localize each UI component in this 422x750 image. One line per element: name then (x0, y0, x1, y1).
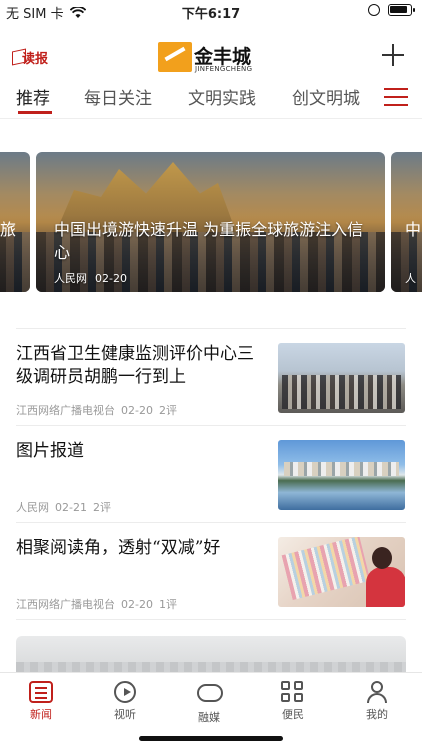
carousel-slide-next[interactable]: 中 人 (391, 152, 422, 292)
active-tab-indicator (18, 111, 52, 114)
slide-title: 中国出境游快速升温 为重振全球旅游注入信心 (54, 220, 364, 262)
tab-civilized-city[interactable]: 创文明城 (292, 84, 360, 109)
tabbar-label: 我的 (366, 708, 388, 721)
news-comments: 2评 (158, 404, 177, 417)
tabbar-profile[interactable]: 我的 (347, 681, 407, 722)
battery-icon (388, 4, 415, 16)
tabs-divider (0, 118, 422, 119)
logo-subtitle: JINFENGCHENG (195, 65, 253, 73)
tab-civilization-practice[interactable]: 文明实践 (188, 84, 256, 109)
hamburger-menu-icon[interactable] (384, 88, 408, 106)
news-comments: 2评 (92, 501, 111, 514)
tab-recommend[interactable]: 推荐 (16, 84, 50, 109)
slide-source: 人民网 (54, 272, 87, 285)
play-icon (114, 681, 136, 703)
news-thumbnail (278, 440, 405, 510)
news-meta: 江西网络广播电视台 02-20 1评 (16, 596, 177, 612)
news-thumbnail (278, 537, 405, 607)
news-source: 江西网络广播电视台 (16, 404, 115, 417)
tabbar-services[interactable]: 便民 (263, 681, 323, 722)
list-divider (16, 522, 406, 523)
orientation-lock-icon (368, 4, 380, 16)
app-header: 读报 金丰城 JINFENGCHENG (0, 30, 422, 74)
status-bar: 无 SIM 卡 下午6:17 (0, 0, 422, 22)
grid-icon (281, 681, 305, 703)
carousel-slide-current[interactable]: 中国出境游快速升温 为重振全球旅游注入信心 人民网 02-20 (36, 152, 385, 292)
tabbar-video[interactable]: 视听 (95, 681, 155, 722)
app-logo: 金丰城 JINFENGCHENG (158, 42, 258, 74)
prev-slide-title: 旅 (0, 220, 17, 239)
news-title: 江西省卫生健康监测评价中心三级调研员胡鹏一行到上 (16, 344, 254, 387)
tabbar-label: 融媒 (198, 711, 220, 724)
news-icon (29, 681, 53, 703)
status-time: 下午6:17 (181, 7, 241, 22)
news-comments: 1评 (158, 598, 177, 611)
news-title: 相聚阅读角，透射“双减”好 (16, 538, 221, 558)
list-divider (16, 425, 406, 426)
headline-carousel[interactable]: 旅 中国出境游快速升温 为重振全球旅游注入信心 人民网 02-20 中 人 (0, 152, 422, 292)
next-slide-title: 中 (405, 220, 422, 239)
carousel-slide-prev[interactable]: 旅 (0, 152, 30, 292)
user-icon (365, 681, 389, 703)
read-newspaper-label: 读报 (22, 52, 49, 67)
cloud-icon (197, 684, 223, 702)
logo-mark-icon (158, 42, 192, 72)
home-indicator (139, 736, 283, 741)
status-right (368, 4, 415, 16)
tabbar-label: 便民 (282, 708, 304, 721)
news-date: 02-21 (55, 501, 87, 514)
list-divider (16, 619, 406, 620)
slide-meta: 人民网 02-20 (54, 270, 127, 286)
next-banner-preview[interactable] (16, 636, 406, 676)
news-meta: 江西网络广播电视台 02-20 2评 (16, 402, 177, 418)
news-title: 图片报道 (16, 441, 84, 461)
channel-tabs: 推荐 每日关注 文明实践 创文明城 (0, 80, 422, 114)
news-source: 人民网 (16, 501, 49, 514)
slide-date: 02-20 (95, 272, 127, 285)
read-newspaper-button[interactable]: 读报 (12, 48, 52, 67)
news-meta: 人民网 02-21 2评 (16, 499, 111, 515)
news-date: 02-20 (121, 404, 153, 417)
news-thumbnail (278, 343, 405, 413)
news-date: 02-20 (121, 598, 153, 611)
tabbar-media[interactable]: 融媒 (179, 681, 239, 725)
tab-daily-focus[interactable]: 每日关注 (84, 84, 152, 109)
next-slide-source: 人 (405, 272, 416, 285)
tabbar-label: 新闻 (30, 708, 52, 721)
tabbar-label: 视听 (114, 708, 136, 721)
list-divider (16, 328, 406, 329)
tabbar-news[interactable]: 新闻 (11, 681, 71, 722)
news-source: 江西网络广播电视台 (16, 598, 115, 611)
plus-icon[interactable] (382, 44, 404, 66)
